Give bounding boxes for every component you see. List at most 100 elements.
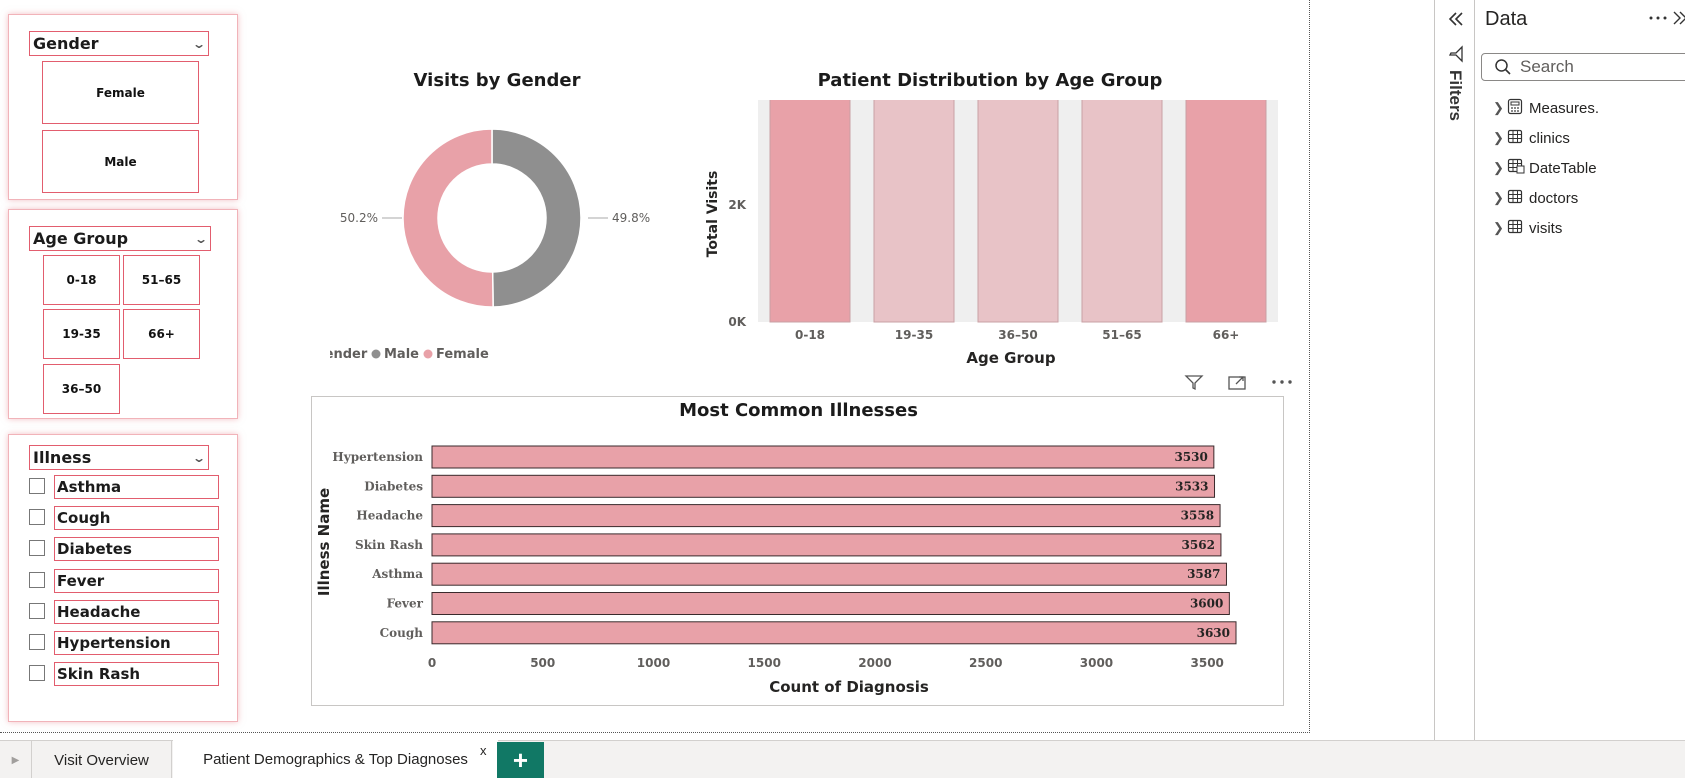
y-axis-title: Illness Name [315,488,333,596]
report-canvas: Gender ⌄ Female Male Age Group ⌄ 0-18 51… [0,0,1310,733]
chevron-down-icon[interactable]: ⌄ [192,37,206,51]
data-search-box[interactable]: Search [1481,53,1685,81]
filter-icon [1448,45,1463,63]
checkbox[interactable] [29,603,45,619]
table-clinics[interactable]: ❯ clinics [1493,126,1570,150]
y-tick-label: Diabetes [364,479,423,493]
add-page-button[interactable]: + [497,742,544,778]
checkbox[interactable] [29,634,45,650]
age-option-0-18[interactable]: 0-18 [43,255,120,305]
illness-option-asthma[interactable]: Asthma [29,475,219,499]
bar-66+ [1185,100,1267,323]
gender-slicer-title: Gender [33,34,99,53]
age-option-66-plus[interactable]: 66+ [123,309,200,359]
checkbox[interactable] [29,509,45,525]
y-tick-label: Skin Rash [355,538,423,552]
illness-slicer-header[interactable]: Illness ⌄ [29,445,209,470]
illness-option-label: Fever [54,569,219,593]
gender-slicer-header[interactable]: Gender ⌄ [29,31,209,56]
collapse-pane-icon[interactable] [1671,9,1685,27]
age-option-36-50[interactable]: 36–50 [43,364,120,414]
illness-option-label: Headache [54,600,219,624]
chevron-down-icon[interactable]: ⌄ [194,232,208,246]
x-axis-title: Count of Diagnosis [769,678,929,696]
gender-slicer: Gender ⌄ Female Male [8,14,238,200]
legend-marker-male [371,349,381,359]
illness-option-fever[interactable]: Fever [29,569,219,593]
hbar-data-label: 3587 [1187,567,1220,581]
y-tick-label: Cough [380,626,424,640]
tab-visit-overview[interactable]: Visit Overview [32,741,172,778]
table-doctors[interactable]: ❯ doctors [1493,186,1578,210]
illness-option-cough[interactable]: Cough [29,506,219,530]
data-pane-title: Data [1485,8,1528,30]
hbar-data-label: 3530 [1174,450,1207,464]
chevron-right-icon[interactable]: ❯ [1493,130,1507,146]
x-tick-label: 1500 [748,656,781,670]
illness-hbar-chart[interactable]: 3530 Hypertension 3533 Diabetes 3558 Headache… [312,427,1282,705]
age-option-19-35[interactable]: 19-35 [43,309,120,359]
gender-option-female[interactable]: Female [42,61,199,124]
donut-slice-male [491,128,582,308]
hbar-diabetes [431,474,1216,498]
checkbox[interactable] [29,478,45,494]
table-icon [1507,189,1529,208]
hbar-skin-rash [431,533,1222,557]
legend-label-female: Female [436,347,489,362]
illness-option-diabetes[interactable]: Diabetes [29,537,219,561]
x-axis-title: Age Group [966,349,1055,367]
x-tick-label: 51–65 [1102,328,1141,342]
scroll-tabs-left-icon[interactable]: ▶ [0,741,32,778]
y-tick-label: Fever [387,597,424,611]
x-tick-label: 2500 [969,656,1002,670]
hbar-fever [431,592,1230,615]
x-tick-label: 0 [428,656,436,670]
chevron-down-icon[interactable]: ⌄ [192,451,206,465]
hbar-data-label: 3558 [1181,509,1214,523]
more-options-icon[interactable] [1270,373,1294,391]
search-input[interactable]: Search [1520,57,1574,77]
bar-19-35 [873,100,955,323]
hbar-title: Most Common Illnesses [679,400,918,421]
age-option-51-65[interactable]: 51–65 [123,255,200,305]
hbar-data-label: 3562 [1182,538,1215,552]
illness-option-headache[interactable]: Headache [29,600,219,624]
table-datetable[interactable]: ❯ DateTable [1493,156,1597,180]
filters-label[interactable]: Filters [1445,70,1465,121]
hbar-headache [431,504,1221,528]
illness-option-skin-rash[interactable]: Skin Rash [29,662,219,686]
chevron-right-icon[interactable]: ❯ [1493,220,1507,236]
close-tab-icon[interactable]: x [480,743,487,758]
age-group-slicer-header[interactable]: Age Group ⌄ [29,226,211,251]
chevron-right-icon[interactable]: ❯ [1493,190,1507,206]
chevron-right-icon[interactable]: ❯ [1493,100,1507,116]
checkbox[interactable] [29,540,45,556]
visits-by-gender-donut[interactable]: 49.8% 50.2% Gender Male Female [330,115,660,375]
table-name: DateTable [1529,159,1597,177]
table-measures[interactable]: ❯ Measures. [1493,96,1599,120]
illness-option-label: Hypertension [54,631,219,655]
filter-icon[interactable] [1184,373,1204,391]
illness-option-hypertension[interactable]: Hypertension [29,631,219,655]
checkbox[interactable] [29,665,45,681]
tab-patient-demographics[interactable]: Patient Demographics & Top Diagnoses [173,740,498,778]
x-tick-label: 66+ [1213,328,1240,342]
date-table-icon [1507,158,1529,178]
age-group-slicer: Age Group ⌄ 0-18 51–65 19-35 66+ 36–50 [8,209,238,419]
gender-option-male[interactable]: Male [42,130,199,193]
table-visits[interactable]: ❯ visits [1493,216,1562,240]
more-options-icon[interactable] [1647,10,1669,26]
filters-pane: Filters [1434,0,1475,740]
chevron-right-icon[interactable]: ❯ [1493,160,1507,176]
age-group-bar-chart[interactable]: 6K4K2K0K51740-18475019-35419236–50425751… [700,100,1285,370]
hbar-cough [431,621,1237,645]
x-tick-label: 19-35 [895,328,933,342]
y-tick-label: 2K [728,198,746,212]
report-app: Gender ⌄ Female Male Age Group ⌄ 0-18 51… [0,0,1685,778]
donut-title: Visits by Gender [413,70,581,91]
calculator-icon [1507,98,1529,119]
x-tick-label: 500 [530,656,555,670]
collapse-chevrons-icon[interactable] [1446,9,1466,29]
focus-mode-icon[interactable] [1227,373,1247,391]
checkbox[interactable] [29,572,45,588]
